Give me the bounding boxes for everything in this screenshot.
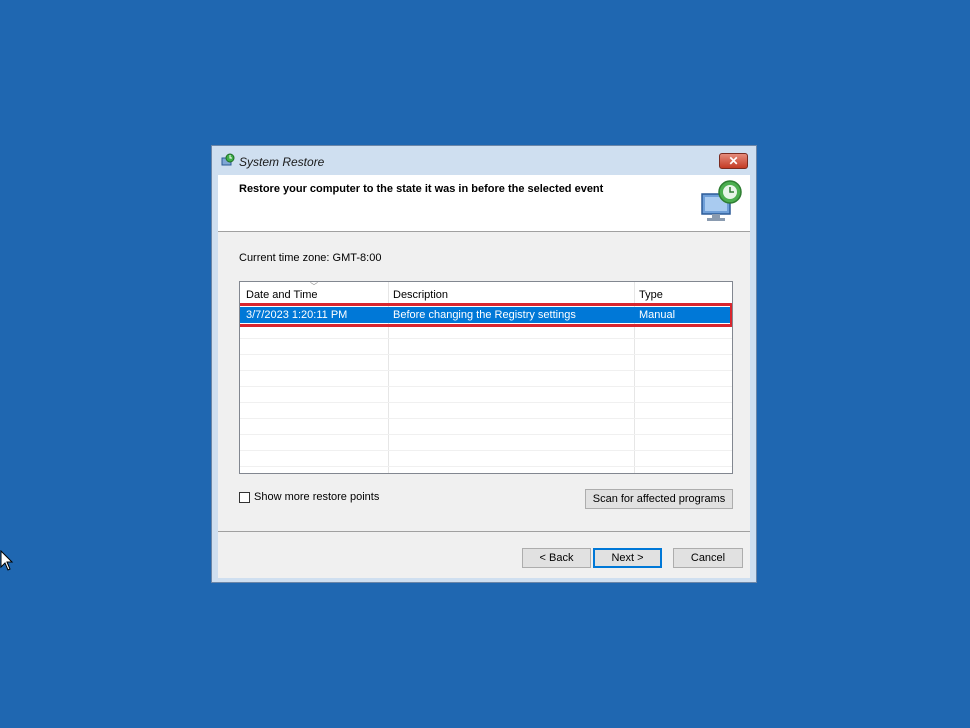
mouse-cursor-icon — [0, 550, 14, 571]
empty-row — [240, 435, 732, 451]
empty-row — [240, 387, 732, 403]
window-title: System Restore — [239, 155, 325, 169]
cancel-button[interactable]: Cancel — [673, 548, 743, 568]
empty-row — [240, 419, 732, 435]
sort-chevron-icon: ﹀ — [310, 282, 318, 291]
title-bar[interactable]: System Restore ✕ — [212, 146, 756, 175]
column-header-date[interactable]: Date and Time — [246, 289, 318, 301]
header-title: Restore your computer to the state it wa… — [239, 183, 604, 195]
column-header-type[interactable]: Type — [639, 289, 663, 301]
empty-row — [240, 403, 732, 419]
dialog-header: Restore your computer to the state it wa… — [218, 175, 750, 232]
show-more-label[interactable]: Show more restore points — [254, 491, 379, 503]
empty-row — [240, 355, 732, 371]
close-icon: ✕ — [728, 154, 739, 168]
column-header-description[interactable]: Description — [393, 289, 448, 301]
system-restore-icon — [221, 153, 235, 166]
scan-affected-programs-button[interactable]: Scan for affected programs — [585, 489, 733, 509]
dialog-client-area: Restore your computer to the state it wa… — [218, 175, 750, 578]
selection-highlight-annotation — [240, 303, 732, 327]
timezone-label: Current time zone: GMT-8:00 — [239, 252, 382, 264]
restore-points-table[interactable]: Date and Time ﹀ Description Type 3/7/202… — [239, 281, 733, 474]
table-header: Date and Time ﹀ Description Type — [240, 282, 732, 302]
show-more-checkbox[interactable] — [239, 492, 250, 503]
empty-row — [240, 371, 732, 387]
empty-row — [240, 451, 732, 467]
next-button[interactable]: Next > — [593, 548, 662, 568]
back-button[interactable]: < Back — [522, 548, 591, 568]
empty-row — [240, 339, 732, 355]
footer-divider — [218, 531, 750, 532]
system-restore-window: System Restore ✕ Restore your computer t… — [211, 145, 757, 583]
restore-monitor-icon — [701, 180, 742, 221]
close-button[interactable]: ✕ — [719, 153, 748, 169]
